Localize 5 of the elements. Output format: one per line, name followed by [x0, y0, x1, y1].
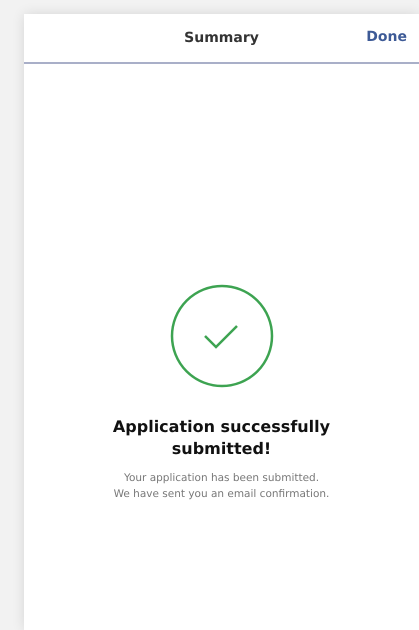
done-button[interactable]: Done [366, 27, 407, 47]
screen-title: Summary [184, 30, 259, 46]
confirmation-text: Your application has been submitted. We have sent you an email confirmation. [114, 471, 330, 502]
success-heading: Application successfully submitted! [112, 416, 332, 460]
success-check-icon [170, 284, 274, 388]
